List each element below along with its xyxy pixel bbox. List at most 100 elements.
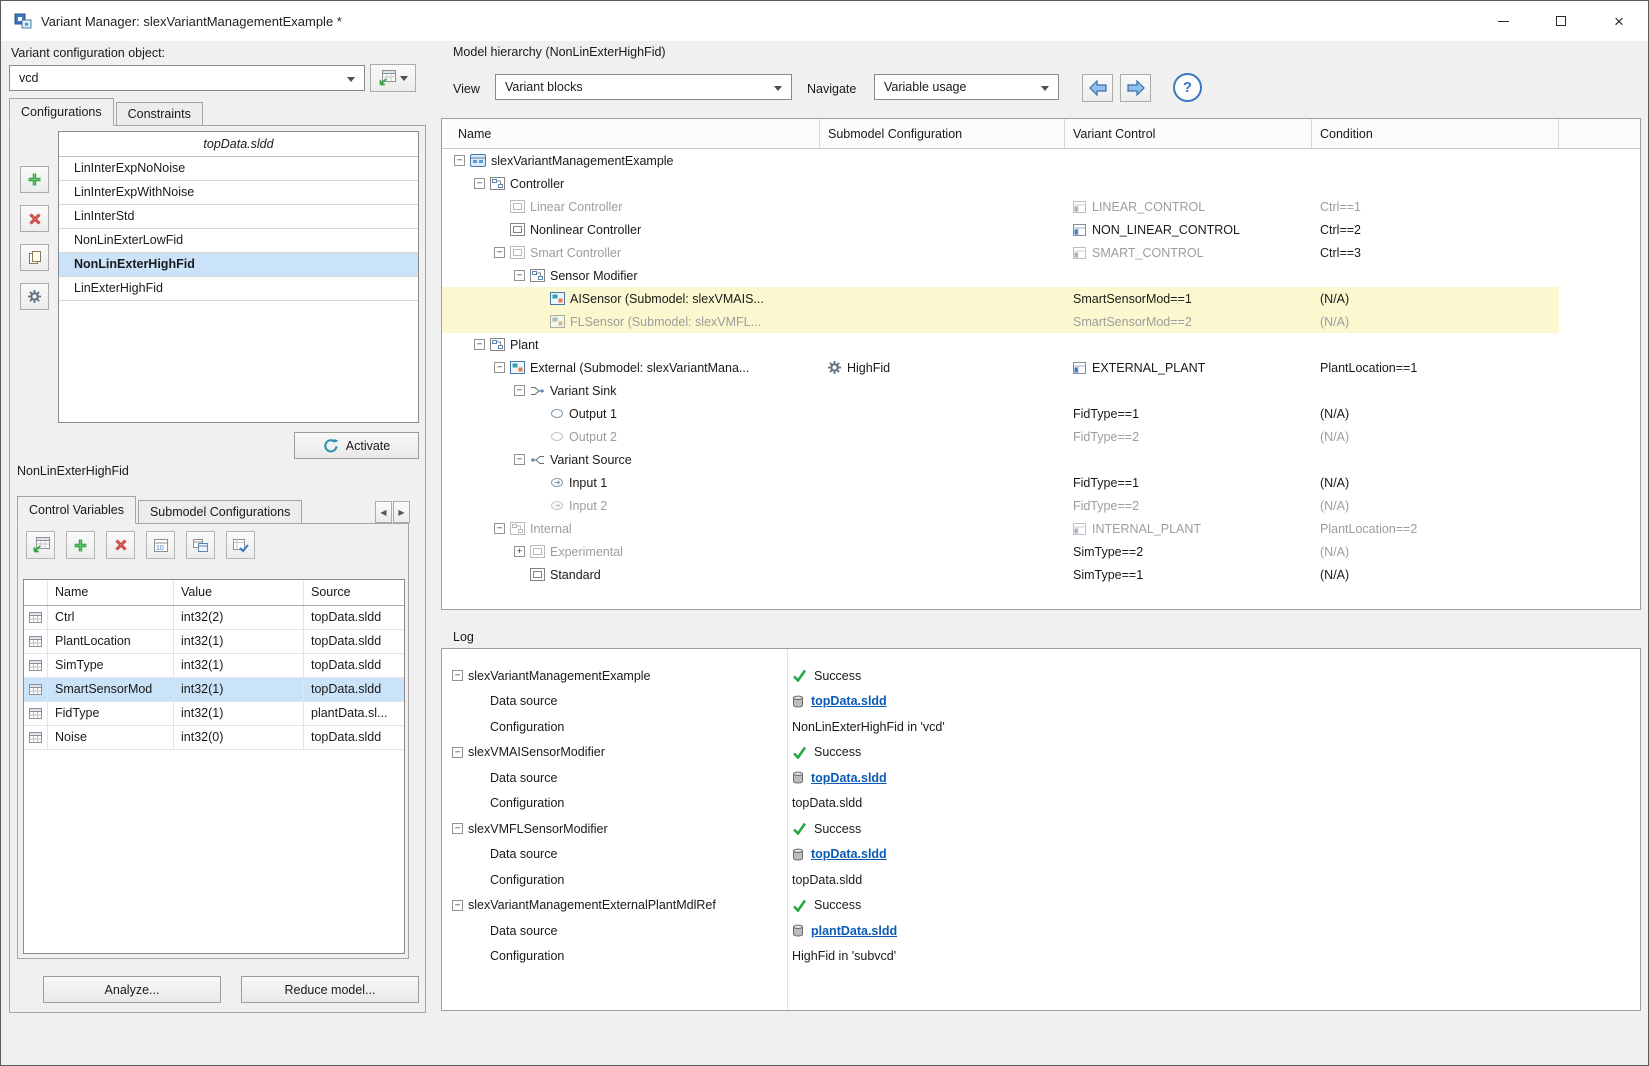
copy-configuration-button[interactable] (20, 244, 49, 271)
hierarchy-row[interactable]: −InternalINTERNAL_PLANTPlantLocation==2 (442, 517, 1559, 540)
log-row[interactable]: −slexVMFLSensorModifierSuccess (442, 816, 1640, 842)
hierarchy-row[interactable]: −Plant (442, 333, 1559, 356)
log-row[interactable]: −slexVMAISensorModifierSuccess (442, 740, 1640, 766)
variables-column-header-source[interactable]: Source (304, 580, 404, 605)
data-source-link[interactable]: topData.sldd (811, 847, 887, 861)
collapse-icon[interactable]: − (494, 362, 505, 373)
collapse-icon[interactable]: − (452, 823, 463, 834)
collapse-icon[interactable]: − (474, 178, 485, 189)
view-source-button[interactable]: 10 (146, 531, 175, 559)
hierarchy-row[interactable]: −slexVariantManagementExample (442, 149, 1559, 172)
log-row[interactable]: Data sourcetopData.sldd (442, 765, 1640, 791)
data-source-link[interactable]: topData.sldd (811, 771, 887, 785)
config-object-actions-button[interactable] (370, 64, 416, 92)
hierarchy-row[interactable]: Linear ControllerLINEAR_CONTROLCtrl==1 (442, 195, 1559, 218)
hierarchy-row[interactable]: +ExperimentalSimType==2(N/A) (442, 540, 1559, 563)
hierarchy-row[interactable]: −External (Submodel: slexVariantMana...H… (442, 356, 1559, 379)
hierarchy-row[interactable]: Output 1FidType==1(N/A) (442, 402, 1559, 425)
plus-icon (73, 538, 88, 553)
log-row[interactable]: ConfigurationNonLinExterHighFid in 'vcd' (442, 714, 1640, 740)
activate-button[interactable]: Activate (294, 432, 419, 459)
log-row[interactable]: Data sourceplantData.sldd (442, 918, 1640, 944)
variables-column-header-name[interactable]: Name (48, 580, 174, 605)
configuration-item[interactable]: LinInterExpNoNoise (59, 157, 418, 181)
tab-scroll-right-button[interactable]: ▶ (393, 501, 410, 523)
analyze-button[interactable]: Analyze... (43, 976, 221, 1003)
log-row[interactable]: Data sourcetopData.sldd (442, 689, 1640, 715)
add-variable-button[interactable] (66, 531, 95, 559)
variable-row-ctrl[interactable]: Ctrlint32(2)topData.sldd (24, 606, 404, 630)
collapse-icon[interactable]: − (514, 385, 525, 396)
submodel-icon (550, 315, 565, 328)
hierarchy-row[interactable]: FLSensor (Submodel: slexVMFL...SmartSens… (442, 310, 1559, 333)
navigate-combo[interactable]: Variable usage (874, 74, 1059, 100)
hierarchy-column-header-name[interactable]: Name (442, 119, 820, 148)
hierarchy-row[interactable]: AISensor (Submodel: slexVMAIS...SmartSen… (442, 287, 1559, 310)
configuration-item[interactable]: LinInterStd (59, 205, 418, 229)
variable-row-plantlocation[interactable]: PlantLocationint32(1)topData.sldd (24, 630, 404, 654)
hierarchy-row[interactable]: −Variant Sink (442, 379, 1559, 402)
collapse-icon[interactable]: − (494, 523, 505, 534)
hierarchy-column-header-condition[interactable]: Condition (1312, 119, 1559, 148)
tab-configurations[interactable]: Configurations (9, 98, 114, 126)
data-source-link[interactable]: plantData.sldd (811, 924, 897, 938)
configuration-item[interactable]: NonLinExterLowFid (59, 229, 418, 253)
delete-configuration-button[interactable] (20, 205, 49, 232)
data-source-link[interactable]: topData.sldd (811, 694, 887, 708)
validate-variables-button[interactable] (226, 531, 255, 559)
collapse-icon[interactable]: − (452, 900, 463, 911)
configuration-item[interactable]: NonLinExterHighFid (59, 253, 418, 277)
hierarchy-column-header-variant-control[interactable]: Variant Control (1065, 119, 1312, 148)
config-object-combo[interactable]: vcd (9, 65, 365, 91)
view-combo[interactable]: Variant blocks (495, 74, 792, 100)
configuration-item[interactable]: LinExterHighFid (59, 277, 418, 301)
hierarchy-row[interactable]: Input 1FidType==1(N/A) (442, 471, 1559, 494)
collapse-icon[interactable]: − (452, 747, 463, 758)
hierarchy-row[interactable]: −Smart ControllerSMART_CONTROLCtrl==3 (442, 241, 1559, 264)
hierarchy-row[interactable]: Output 2FidType==2(N/A) (442, 425, 1559, 448)
add-configuration-button[interactable] (20, 166, 49, 193)
close-button[interactable]: × (1590, 1, 1648, 41)
collapse-icon[interactable]: − (474, 339, 485, 350)
variable-row-smartsensormod[interactable]: SmartSensorModint32(1)topData.sldd (24, 678, 404, 702)
hierarchy-row[interactable]: StandardSimType==1(N/A) (442, 563, 1559, 586)
collapse-icon[interactable]: − (514, 270, 525, 281)
maximize-button[interactable] (1532, 1, 1590, 41)
help-button[interactable]: ? (1173, 73, 1202, 102)
minimize-button[interactable] (1474, 1, 1532, 41)
navigate-back-button[interactable] (1082, 74, 1113, 102)
navigate-forward-button[interactable] (1120, 74, 1151, 102)
hierarchy-row[interactable]: −Sensor Modifier (442, 264, 1559, 287)
tab-submodel-configurations[interactable]: Submodel Configurations (138, 500, 302, 524)
log-row[interactable]: ConfigurationHighFid in 'subvcd' (442, 944, 1640, 970)
hierarchy-row[interactable]: −Controller (442, 172, 1559, 195)
configuration-item[interactable]: LinInterExpWithNoise (59, 181, 418, 205)
configuration-settings-button[interactable] (20, 283, 49, 310)
collapse-icon[interactable]: − (494, 247, 505, 258)
tab-scroll-left-button[interactable]: ◀ (375, 501, 392, 523)
copy-variables-button[interactable] (186, 531, 215, 559)
hierarchy-row[interactable]: Input 2FidType==2(N/A) (442, 494, 1559, 517)
collapse-icon[interactable]: − (514, 454, 525, 465)
variable-row-noise[interactable]: Noiseint32(0)topData.sldd (24, 726, 404, 750)
log-row[interactable]: ConfigurationtopData.sldd (442, 791, 1640, 817)
variable-row-fidtype[interactable]: FidTypeint32(1)plantData.sl... (24, 702, 404, 726)
log-row[interactable]: −slexVariantManagementExternalPlantMdlRe… (442, 893, 1640, 919)
variables-column-header-value[interactable]: Value (174, 580, 304, 605)
log-row[interactable]: −slexVariantManagementExampleSuccess (442, 663, 1640, 689)
reduce-model-button[interactable]: Reduce model... (241, 976, 419, 1003)
hierarchy-row[interactable]: −Variant Source (442, 448, 1559, 471)
log-row[interactable]: ConfigurationtopData.sldd (442, 867, 1640, 893)
hierarchy-column-header-submodel-configuration[interactable]: Submodel Configuration (820, 119, 1065, 148)
tab-constraints[interactable]: Constraints (116, 102, 203, 126)
variable-row-simtype[interactable]: SimTypeint32(1)topData.sldd (24, 654, 404, 678)
log-row[interactable]: Data sourcetopData.sldd (442, 842, 1640, 868)
hierarchy-row[interactable]: Nonlinear ControllerNON_LINEAR_CONTROLCt… (442, 218, 1559, 241)
plus-icon (27, 172, 42, 187)
delete-variable-button[interactable] (106, 531, 135, 559)
import-variables-button[interactable] (26, 531, 55, 559)
collapse-icon[interactable]: − (454, 155, 465, 166)
tab-control-variables[interactable]: Control Variables (17, 496, 136, 524)
expand-icon[interactable]: + (514, 546, 525, 557)
collapse-icon[interactable]: − (452, 670, 463, 681)
